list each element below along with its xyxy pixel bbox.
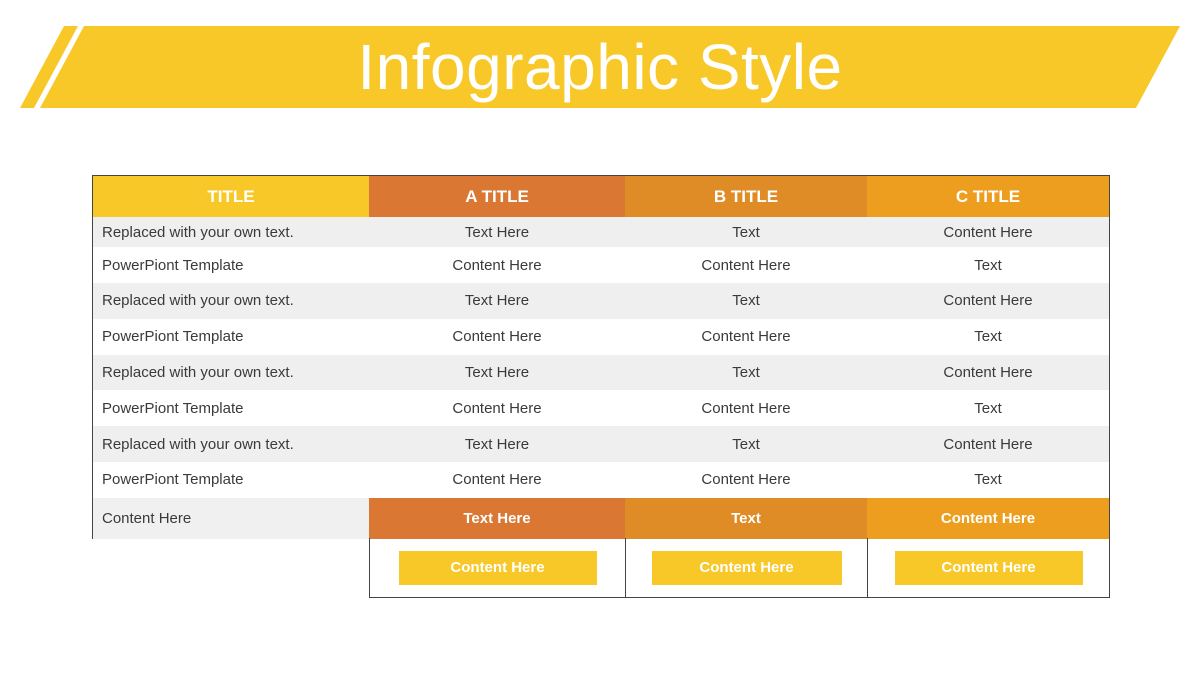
button-cell-c: Content Here	[867, 538, 1109, 597]
cell-a: Content Here	[452, 328, 542, 346]
cell-b: Content Here	[701, 399, 791, 417]
cell-c: Content Here	[943, 292, 1033, 310]
table-row: PowerPiont Template Content Here Content…	[93, 390, 1109, 427]
row-label: PowerPiont Template	[102, 399, 244, 417]
footer-c: Content Here	[867, 497, 1109, 539]
cell-a: Content Here	[452, 399, 542, 417]
button-row: Content Here Content Here Content Here	[369, 538, 1110, 598]
header-b-title: B TITLE	[625, 176, 867, 217]
button-cell-a: Content Here	[370, 538, 625, 597]
cell-b: Text	[732, 292, 760, 310]
cell-c: Text	[974, 256, 1002, 274]
row-label: Replaced with your own text.	[102, 292, 294, 310]
footer-b: Text	[625, 497, 867, 539]
cell-c: Content Here	[943, 435, 1033, 453]
content-button-b[interactable]: Content Here	[651, 550, 842, 585]
cell-a: Text Here	[464, 435, 530, 453]
cell-b: Text	[732, 363, 760, 381]
table-footer-row: Content Here Text Here Text Content Here	[93, 497, 1109, 539]
table-row: PowerPiont Template Content Here Content…	[93, 318, 1109, 355]
table-row: Replaced with your own text. Text Here T…	[93, 354, 1109, 391]
cell-a: Content Here	[452, 256, 542, 274]
cell-b: Content Here	[701, 256, 791, 274]
row-label: PowerPiont Template	[102, 256, 244, 274]
cell-b: Text	[732, 435, 760, 453]
table-row: Replaced with your own text. Text Here T…	[93, 217, 1109, 247]
cell-b: Text	[732, 223, 760, 241]
title-banner: Infographic Style	[0, 0, 1200, 120]
cell-a: Text Here	[464, 363, 530, 381]
header-a-title: A TITLE	[369, 176, 625, 217]
row-label: PowerPiont Template	[102, 328, 244, 346]
cell-c: Text	[974, 328, 1002, 346]
row-label: Replaced with your own text.	[102, 223, 294, 241]
cell-c: Text	[974, 399, 1002, 417]
button-cell-b: Content Here	[625, 538, 867, 597]
table-row: Replaced with your own text. Text Here T…	[93, 283, 1109, 319]
page-title: Infographic Style	[357, 31, 843, 103]
row-label: Replaced with your own text.	[102, 435, 294, 453]
footer-label: Content Here	[102, 509, 192, 527]
table-row: PowerPiont Template Content Here Content…	[93, 247, 1109, 283]
comparison-table: TITLE A TITLE B TITLE C TITLE Replaced w…	[92, 175, 1110, 539]
row-label: PowerPiont Template	[102, 471, 244, 489]
cell-a: Text Here	[464, 292, 530, 310]
cell-c: Content Here	[943, 223, 1033, 241]
table-row: Replaced with your own text. Text Here T…	[93, 426, 1109, 462]
row-label: Replaced with your own text.	[102, 363, 294, 381]
cell-c: Content Here	[943, 363, 1033, 381]
content-button-c[interactable]: Content Here	[894, 550, 1083, 585]
content-button-a[interactable]: Content Here	[398, 550, 597, 585]
cell-b: Content Here	[701, 471, 791, 489]
header-c-title: C TITLE	[867, 176, 1109, 217]
header-title: TITLE	[93, 176, 369, 217]
cell-c: Text	[974, 471, 1002, 489]
footer-a: Text Here	[369, 497, 625, 539]
table-row: PowerPiont Template Content Here Content…	[93, 461, 1109, 498]
cell-b: Content Here	[701, 328, 791, 346]
cell-a: Text Here	[464, 223, 530, 241]
table-header-row: TITLE A TITLE B TITLE C TITLE	[93, 176, 1109, 217]
cell-a: Content Here	[452, 471, 542, 489]
